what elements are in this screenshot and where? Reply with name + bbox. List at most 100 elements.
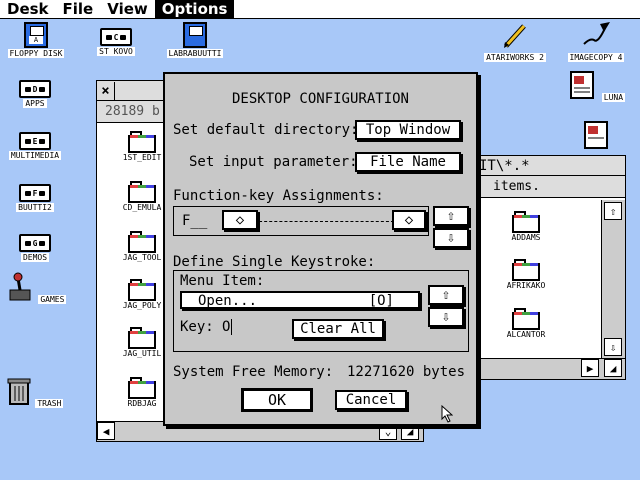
scroll-down-icon[interactable]: ⇩ — [604, 338, 622, 356]
imagecopy-icon[interactable]: IMAGECOPY 4 — [556, 20, 636, 62]
single-keystroke-label: Define Single Keystroke: — [173, 254, 376, 270]
multimedia-drive[interactable]: E MULTIMEDIA — [0, 132, 75, 160]
floppy-disk-label: FLOPPY DISK — [7, 49, 65, 58]
menu-item-up-icon[interactable]: ⇧ — [428, 285, 464, 305]
folder-icon — [128, 327, 156, 349]
luna-icon[interactable]: LUNA — [556, 70, 636, 102]
apps-drive[interactable]: D APPS — [0, 80, 75, 108]
hard-drive-icon: G — [19, 234, 51, 252]
document-icon — [569, 71, 594, 99]
document-icon-2[interactable] — [556, 120, 636, 152]
dialog-title: DESKTOP CONFIGURATION — [231, 91, 409, 107]
hard-drive-icon: E — [19, 132, 51, 150]
menu-options[interactable]: Options — [154, 0, 235, 18]
folder-label: JAG_UTIL — [122, 349, 162, 358]
st-kovo-drive[interactable]: C ST KOVO — [76, 28, 156, 56]
horizontal-scrollbar[interactable] — [471, 358, 625, 379]
floppy-icon — [183, 22, 207, 48]
function-key-line — [254, 221, 394, 222]
menu-view[interactable]: View — [100, 0, 155, 18]
folder-label: ADDAMS — [511, 233, 541, 242]
drive-letter: D — [32, 84, 38, 94]
floppy-letter: A — [29, 36, 43, 44]
system-memory-value: 12271620 bytes — [347, 364, 466, 380]
fkey-down-icon[interactable]: ⇩ — [433, 228, 469, 248]
folder-item[interactable]: ADDAMS — [491, 211, 561, 242]
cancel-button[interactable]: Cancel — [335, 390, 407, 410]
mouse-pointer-icon — [441, 405, 453, 423]
menu-item-down-icon[interactable]: ⇩ — [428, 307, 464, 327]
clear-all-button[interactable]: Clear All — [292, 319, 384, 339]
atariworks-label: ATARIWORKS 2 — [484, 53, 546, 62]
folder-label: JAG_POLY — [122, 301, 162, 310]
buutti2-label: BUUTTI2 — [16, 203, 54, 212]
menu-desk[interactable]: Desk — [0, 0, 56, 18]
pencil-icon — [504, 24, 526, 48]
folder-icon — [128, 279, 156, 301]
fkey-prev-icon[interactable]: ◇ — [222, 210, 258, 230]
input-parameter-button[interactable]: File Name — [355, 152, 461, 172]
vertical-scrollbar[interactable] — [601, 200, 625, 358]
scroll-up-icon[interactable]: ⇧ — [604, 202, 622, 220]
drive-letter: F — [32, 188, 38, 198]
right-window-titlebar[interactable]: IT\*.* — [471, 156, 625, 176]
hard-drive-icon: C — [100, 28, 132, 46]
scroll-right-icon[interactable]: ▶ — [581, 359, 599, 377]
document-icon — [584, 121, 608, 149]
key-label: Key: — [180, 319, 214, 335]
drive-letter: G — [32, 238, 38, 248]
scroll-left-icon[interactable]: ◀ — [97, 422, 115, 440]
folder-icon — [512, 308, 540, 330]
menu-item-key: [O] — [368, 293, 394, 309]
folder-icon — [128, 231, 156, 253]
floppy-disk-icon[interactable]: A FLOPPY DISK — [0, 22, 76, 58]
menu-item-field[interactable]: Open... [O] — [180, 291, 420, 309]
right-file-window[interactable]: IT\*.* items. ADDAMS AFRIKAKO ALCANTOR ⇧… — [470, 155, 626, 380]
folder-icon — [128, 377, 156, 399]
key-input[interactable]: O — [222, 319, 233, 335]
function-key-label: Function-key Assignments: — [173, 188, 384, 204]
games-drive[interactable]: GAMES — [0, 272, 75, 304]
function-key-value: F__ — [182, 213, 208, 229]
labrabuutti-drive[interactable]: LABRABUUTTI — [155, 22, 235, 58]
st-kovo-label: ST KOVO — [97, 47, 135, 56]
desktop-configuration-dialog: DESKTOP CONFIGURATION Set default direct… — [163, 72, 478, 426]
folder-icon — [512, 211, 540, 233]
default-directory-label: Set default directory: — [173, 122, 359, 138]
input-parameter-label: Set input parameter: — [189, 154, 358, 170]
fkey-next-icon[interactable]: ◇ — [392, 210, 426, 230]
imagecopy-label: IMAGECOPY 4 — [567, 53, 625, 62]
ok-button[interactable]: OK — [241, 388, 313, 412]
hard-drive-icon: F — [19, 184, 51, 202]
drive-letter: C — [113, 32, 119, 42]
function-key-field[interactable]: F__ ◇ ◇ — [173, 206, 429, 236]
folder-icon — [512, 259, 540, 281]
folder-icon — [128, 131, 156, 153]
single-keystroke-group: Menu Item: Open... [O] ⇧ ⇩ Key: O Clear … — [173, 270, 469, 352]
atariworks-icon[interactable]: ATARIWORKS 2 — [475, 20, 555, 62]
trash-icon-container[interactable]: TRASH — [0, 376, 75, 408]
folder-label: CD_EMULA — [122, 203, 162, 212]
default-directory-button[interactable]: Top Window — [355, 120, 461, 140]
folder-label: AFRIKAKO — [506, 281, 546, 290]
buutti2-drive[interactable]: F BUUTTI2 — [0, 184, 75, 212]
games-label: GAMES — [38, 295, 67, 304]
folder-item[interactable]: ALCANTOR — [491, 308, 561, 339]
close-icon[interactable]: × — [97, 81, 115, 100]
drive-letter: E — [32, 136, 38, 146]
menu-item-value: Open... — [198, 293, 258, 309]
resize-icon[interactable]: ◢ — [604, 359, 622, 377]
folder-label: ALCANTOR — [506, 330, 546, 339]
folder-item[interactable]: AFRIKAKO — [491, 259, 561, 290]
menu-item-label: Menu Item: — [180, 273, 265, 289]
system-memory-label: System Free Memory: — [173, 364, 334, 380]
demos-label: DEMOS — [20, 253, 50, 262]
folder-label: RDBJAG — [127, 399, 157, 408]
folder-label: 1ST_EDIT — [122, 153, 162, 162]
demos-drive[interactable]: G DEMOS — [0, 234, 75, 262]
right-window-title: IT\*.* — [479, 157, 530, 174]
apps-label: APPS — [23, 99, 47, 108]
fkey-up-icon[interactable]: ⇧ — [433, 206, 469, 226]
menu-file[interactable]: File — [56, 0, 101, 18]
right-window-info: items. — [471, 176, 625, 198]
